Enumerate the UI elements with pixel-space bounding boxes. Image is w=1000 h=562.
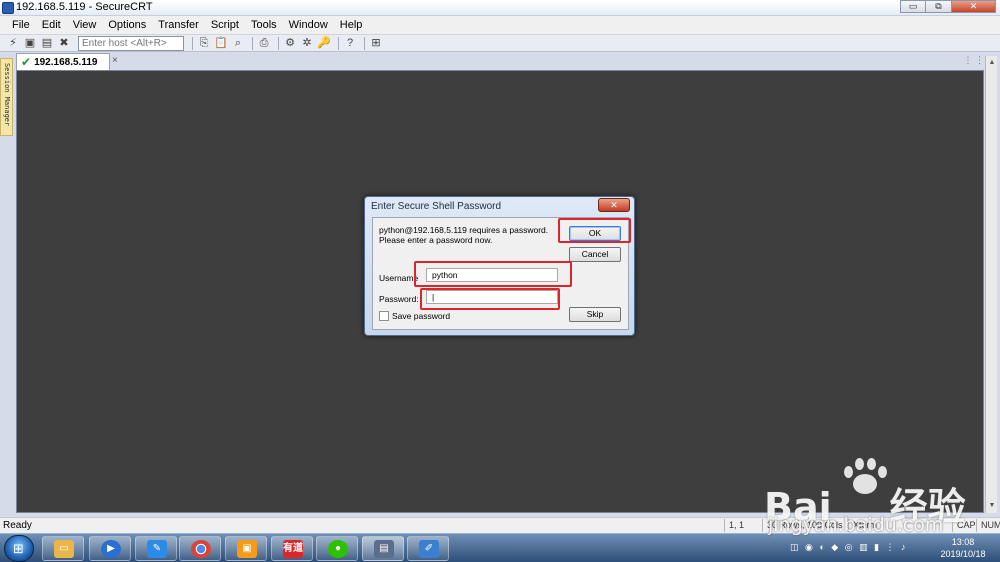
num-indicator: NUM <box>976 519 1000 532</box>
vm-icon: ▣ <box>237 540 257 558</box>
toolbar: ⚡ ▣ ▤ ✖ ⎘ 📋 ⌕ ⎙ ⚙ ✲ 🔑 ? ⊞ <box>0 34 1000 52</box>
menu-view[interactable]: View <box>67 19 103 31</box>
taskbar-youdao[interactable]: 有道 <box>271 536 313 561</box>
taskbar-securecrt[interactable]: ▤ <box>362 536 404 561</box>
terminal-scrollbar[interactable]: ▲ ▼ <box>985 56 997 513</box>
title-bar: 192.168.5.119 - SecureCRT ▭ ⧉ ✕ <box>0 0 1000 16</box>
session-tab-label: 192.168.5.119 <box>34 56 98 68</box>
system-tray[interactable]: ◫ ◉ ◐ ◆ ◎ ▥ ▮ ⋮ ♪ <box>790 542 908 553</box>
menu-file[interactable]: File <box>6 19 36 31</box>
taskbar: ⊞ ▭ ▶ ✎ ▣ 有道 ● ▤ ✐ ◫ ◉ ◐ ◆ ◎ ▥ ▮ ⋮ ♪ 13:… <box>0 533 1000 562</box>
taskbar-chrome[interactable] <box>179 536 221 561</box>
menu-script[interactable]: Script <box>205 19 245 31</box>
taskbar-note-app[interactable]: ✎ <box>135 536 177 561</box>
tab-close-icon[interactable]: × <box>112 55 118 66</box>
find-icon[interactable]: ⌕ <box>231 37 245 50</box>
toolbar-separator <box>252 36 253 50</box>
menu-edit[interactable]: Edit <box>36 19 67 31</box>
host-input[interactable] <box>78 35 184 51</box>
save-password-checkbox[interactable] <box>379 311 389 321</box>
securecrt-icon: ▤ <box>374 540 394 558</box>
toolbar-separator <box>278 36 279 50</box>
chrome-icon <box>191 540 211 558</box>
cursor-position: 1, 1 <box>724 519 760 532</box>
connected-check-icon: ✔ <box>21 55 32 69</box>
dialog-close-button[interactable]: ✕ <box>598 198 630 212</box>
ok-highlight-box <box>558 218 631 243</box>
taskbar-vmware[interactable]: ▣ <box>225 536 267 561</box>
connect-icon[interactable]: ⚡ <box>6 37 20 50</box>
menu-window[interactable]: Window <box>283 19 334 31</box>
help-icon[interactable]: ? <box>343 37 357 50</box>
scroll-up-icon[interactable]: ▲ <box>987 58 997 68</box>
menu-help[interactable]: Help <box>334 19 369 31</box>
session-manager-label: Session Manager <box>3 63 11 127</box>
dialog-message-line1: python@192.168.5.119 requires a password… <box>379 225 549 235</box>
window-title: 192.168.5.119 - SecureCRT <box>16 1 153 13</box>
connect-tab-icon[interactable]: ▤ <box>40 37 54 50</box>
clock-time: 13:08 <box>951 537 975 547</box>
taskbar-paint[interactable]: ✐ <box>407 536 449 561</box>
status-bar: Ready 1, 1 30 Rows, 109 Cols Xterm CAP N… <box>0 517 1000 533</box>
terminal-type: Xterm <box>848 519 888 532</box>
session-manager-tab[interactable]: Session Manager <box>0 58 13 136</box>
username-label: Username <box>379 273 419 283</box>
securecrt-app-icon <box>2 2 14 14</box>
tab-overflow-icon[interactable]: ⋮ ⋮ <box>963 55 984 66</box>
wechat-icon: ● <box>328 540 348 558</box>
cancel-button[interactable]: Cancel <box>569 247 621 262</box>
taskbar-media-player[interactable]: ▶ <box>89 536 131 561</box>
play-icon: ▶ <box>101 540 121 558</box>
window-controls: ▭ ⧉ ✕ <box>900 0 996 13</box>
keymap-icon[interactable]: 🔑 <box>317 37 331 50</box>
scroll-down-icon[interactable]: ▼ <box>987 501 997 511</box>
close-window-button[interactable]: ✕ <box>952 0 996 13</box>
paint-icon: ✐ <box>419 540 439 558</box>
restore-button[interactable]: ⧉ <box>926 0 952 13</box>
clock-date: 2019/10/18 <box>940 549 986 559</box>
skip-button[interactable]: Skip <box>569 307 621 322</box>
save-password-label: Save password <box>392 311 451 321</box>
start-button[interactable]: ⊞ <box>4 535 34 562</box>
menu-bar: File Edit View Options Transfer Script T… <box>0 16 1000 34</box>
dialog-title: Enter Secure Shell Password <box>371 201 502 212</box>
toolbar-separator <box>338 36 339 50</box>
disconnect-icon[interactable]: ✖ <box>57 37 71 50</box>
taskbar-file-explorer[interactable]: ▭ <box>42 536 84 561</box>
sftp-icon[interactable]: ⊞ <box>369 37 383 50</box>
taskbar-wechat[interactable]: ● <box>316 536 358 561</box>
toolbar-separator <box>364 36 365 50</box>
menu-transfer[interactable]: Transfer <box>152 19 205 31</box>
session-options-icon[interactable]: ⚙ <box>283 37 297 50</box>
toolbar-separator <box>192 36 193 50</box>
youdao-icon: 有道 <box>283 540 303 558</box>
paste-icon[interactable]: 📋 <box>214 37 228 50</box>
username-highlight-box <box>414 261 572 287</box>
password-label: Password: <box>379 294 419 304</box>
menu-options[interactable]: Options <box>102 19 152 31</box>
taskbar-clock[interactable]: 13:08 2019/10/18 <box>930 536 996 560</box>
quick-connect-icon[interactable]: ▣ <box>23 37 37 50</box>
minimize-button[interactable]: ▭ <box>900 0 926 13</box>
folder-icon: ▭ <box>54 540 74 558</box>
dialog-message: python@192.168.5.119 requires a password… <box>379 225 559 245</box>
global-options-icon[interactable]: ✲ <box>300 37 314 50</box>
pen-icon: ✎ <box>147 540 167 558</box>
password-highlight-box <box>420 288 560 310</box>
caps-indicator: CAP <box>952 519 976 532</box>
dialog-message-line2: Please enter a password now. <box>379 235 493 245</box>
windows-logo-icon: ⊞ <box>13 541 24 556</box>
tab-strip: ✔ 192.168.5.119 × ⋮ ⋮ <box>16 53 1000 70</box>
status-ready: Ready <box>3 520 32 531</box>
menu-tools[interactable]: Tools <box>245 19 283 31</box>
session-tab[interactable]: ✔ 192.168.5.119 <box>16 53 110 70</box>
copy-icon[interactable]: ⎘ <box>197 37 211 50</box>
print-icon[interactable]: ⎙ <box>257 37 271 50</box>
rows-cols: 30 Rows, 109 Cols <box>762 519 846 532</box>
